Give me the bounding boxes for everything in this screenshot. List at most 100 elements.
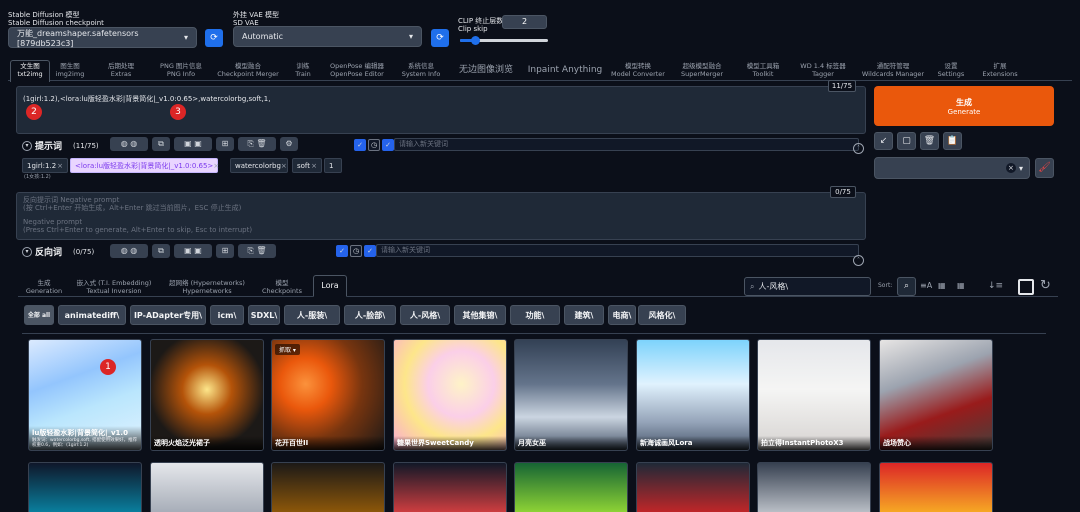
network-tab-3[interactable]: 模型 Checkpoints xyxy=(256,279,308,297)
tab-9[interactable]: Inpaint Anything xyxy=(522,62,608,80)
prompt-tag-chip[interactable]: 1girl:1.2 × xyxy=(22,158,68,173)
clipboard-icon[interactable]: 📋 xyxy=(943,132,962,150)
refresh-icon[interactable]: ↻ xyxy=(1040,278,1051,293)
sort-date-modified-button[interactable]: ▦ xyxy=(957,281,965,290)
history-button[interactable]: ▣ ▣ xyxy=(174,137,212,151)
lora-card[interactable]: 透明火焰泛光裙子 xyxy=(150,339,264,451)
copy-button[interactable]: ⧉ xyxy=(152,244,170,258)
scroll-up-icon[interactable]: ˄ xyxy=(853,255,864,266)
tab-10[interactable]: 模型转换 Model Converter xyxy=(608,62,668,80)
remove-tag-icon[interactable]: × xyxy=(281,162,287,170)
prompt-tag-chip[interactable]: 1 xyxy=(324,158,342,173)
lora-card[interactable]: 拍立得InstantPhotoX3 xyxy=(757,339,871,451)
copy-button[interactable]: ⧉ xyxy=(152,137,170,151)
read-params-button[interactable]: ↙ xyxy=(874,132,893,150)
lora-search-input[interactable]: ⌕ 人-风格\ xyxy=(744,277,871,296)
category-button[interactable]: 其他集锦\ xyxy=(454,305,506,325)
lora-card[interactable]: 抓取 ▾ 花开百世II xyxy=(271,339,385,451)
lora-card[interactable]: 战场赞心 xyxy=(879,339,993,451)
vae-select[interactable]: Automatic ▾ xyxy=(233,26,422,47)
tab-3[interactable]: PNG 图片信息 PNG Info xyxy=(150,62,212,80)
checkpoint-select[interactable]: 万能_dreamshaper.safetensors [879db523c3] ▾ xyxy=(8,27,197,48)
sort-date-created-button[interactable]: ▦ xyxy=(938,281,946,290)
tab-5[interactable]: 训练 Train xyxy=(284,62,322,80)
tree-view-button[interactable] xyxy=(1018,279,1034,295)
remove-tag-icon[interactable]: × xyxy=(311,162,317,170)
lora-card[interactable] xyxy=(879,462,993,512)
sort-default-button[interactable]: ⌕ xyxy=(897,277,916,296)
tab-13[interactable]: WD 1.4 标签器 Tagger xyxy=(790,62,856,80)
category-button[interactable]: 人-脸部\ xyxy=(344,305,396,325)
trash-icon[interactable]: 🗑 xyxy=(920,132,939,150)
lora-card[interactable] xyxy=(757,462,871,512)
prompt-tag-chip[interactable]: watercolorbg × xyxy=(230,158,288,173)
category-button[interactable]: 人-服装\ xyxy=(284,305,340,325)
tab-12[interactable]: 模型工具箱 Toolkit xyxy=(736,62,790,80)
styles-select[interactable]: × ▾ xyxy=(874,157,1030,179)
tab-16[interactable]: 扩展 Extensions xyxy=(972,62,1028,80)
prompt-tag-chip[interactable]: <lora:lu版轻盈水彩|背景简化|_v1.0:0.65> × xyxy=(70,158,219,173)
lora-card[interactable] xyxy=(28,462,142,512)
clip-skip-input[interactable]: 2 xyxy=(502,15,547,29)
network-tab-2[interactable]: 超网络 (Hypernetworks) Hypernetworks xyxy=(162,279,252,297)
tab-6[interactable]: OpenPose 编辑器 OpenPose Editor xyxy=(322,62,392,80)
refresh-checkpoint-button[interactable]: ⟳ xyxy=(205,29,223,47)
tab-14[interactable]: 通配符管理 Wildcards Manager xyxy=(856,62,930,80)
category-button[interactable]: SDXL\ xyxy=(248,305,280,325)
category-button[interactable]: icm\ xyxy=(210,305,244,325)
settings-button[interactable]: ⚙ xyxy=(280,137,298,151)
category-button[interactable]: 电商\ xyxy=(608,305,636,325)
lora-card[interactable]: 糖果世界SweetCandy xyxy=(393,339,507,451)
expand-button[interactable]: ⊞ xyxy=(216,137,234,151)
prompt-section-header[interactable]: ▾ 提示词 (11/75) xyxy=(22,139,99,152)
category-button[interactable]: 功能\ xyxy=(510,305,560,325)
category-button[interactable]: animatediff\ xyxy=(58,305,126,325)
negative-section-header[interactable]: ▾ 反向词 (0/75) xyxy=(22,245,94,258)
remove-tag-icon[interactable]: × xyxy=(57,162,63,170)
negative-keyword-input[interactable]: 请输入新关键词 xyxy=(376,244,859,257)
expand-button[interactable]: ⊞ xyxy=(216,244,234,258)
network-tab-1[interactable]: 嵌入式 (T.I. Embedding) Textual Inversion xyxy=(70,279,158,297)
category-button[interactable]: IP-ADapter专用\ xyxy=(130,305,206,325)
generate-button[interactable]: 生成 Generate xyxy=(874,86,1054,126)
card-menu[interactable]: 抓取 ▾ xyxy=(275,344,300,355)
lora-card[interactable] xyxy=(271,462,385,512)
tab-2[interactable]: 后期处理 Extras xyxy=(92,62,150,80)
tab-4[interactable]: 模型融合 Checkpoint Merger xyxy=(212,62,284,80)
network-tab-4[interactable]: Lora xyxy=(313,275,347,297)
translate-button[interactable]: ◍ ◍ xyxy=(110,244,148,258)
negative-prompt-textarea[interactable]: 反向提示词 Negative prompt (按 Ctrl+Enter 开始生成… xyxy=(16,192,866,240)
keyword-input[interactable]: 请输入新关键词 xyxy=(394,138,859,151)
lora-card[interactable]: 新海诚画风Lora xyxy=(636,339,750,451)
category-button[interactable]: 全部 all xyxy=(24,305,54,325)
network-tab-0[interactable]: 生成 Generation xyxy=(22,279,66,297)
lora-card[interactable] xyxy=(393,462,507,512)
clear-button[interactable]: ⎘ 🗑 xyxy=(238,137,276,151)
translate-button[interactable]: ◍ ◍ xyxy=(110,137,148,151)
tab-15[interactable]: 设置 Settings xyxy=(930,62,972,80)
category-button[interactable]: 风格化\ xyxy=(638,305,686,325)
category-button[interactable]: 建筑\ xyxy=(564,305,604,325)
lora-card[interactable]: lu版轻盈水彩|背景简化|_v1.0 触发词：watercolorbg,soft,… xyxy=(28,339,142,451)
sort-direction-button[interactable]: ↓≡ xyxy=(988,281,1003,291)
tab-11[interactable]: 超级模型融合 SuperMerger xyxy=(668,62,736,80)
history-button[interactable]: ▣ ▣ xyxy=(174,244,212,258)
prompt-tag-chip[interactable]: soft × xyxy=(292,158,322,173)
remove-tag-icon[interactable]: × xyxy=(213,162,219,170)
tab-7[interactable]: 系统信息 System Info xyxy=(392,62,450,80)
lora-card[interactable] xyxy=(636,462,750,512)
square-button[interactable]: ▢ xyxy=(897,132,916,150)
refresh-vae-button[interactable]: ⟳ xyxy=(431,29,449,47)
clear-icon[interactable]: × xyxy=(1005,163,1016,173)
tab-0[interactable]: 文生图 txt2img xyxy=(10,62,50,80)
clip-skip-slider[interactable] xyxy=(460,36,548,45)
category-button[interactable]: 人-风格\ xyxy=(400,305,450,325)
lora-card[interactable] xyxy=(150,462,264,512)
tab-1[interactable]: 图生图 img2img xyxy=(50,62,90,80)
clear-button[interactable]: ⎘ 🗑 xyxy=(238,244,276,258)
edit-style-button[interactable]: 🖌 xyxy=(1035,158,1054,178)
tab-8[interactable]: 无边图像浏览 xyxy=(450,62,522,80)
lora-card[interactable]: 月亮女巫 xyxy=(514,339,628,451)
lora-card[interactable] xyxy=(514,462,628,512)
sort-name-button[interactable]: ≡A xyxy=(920,281,932,290)
